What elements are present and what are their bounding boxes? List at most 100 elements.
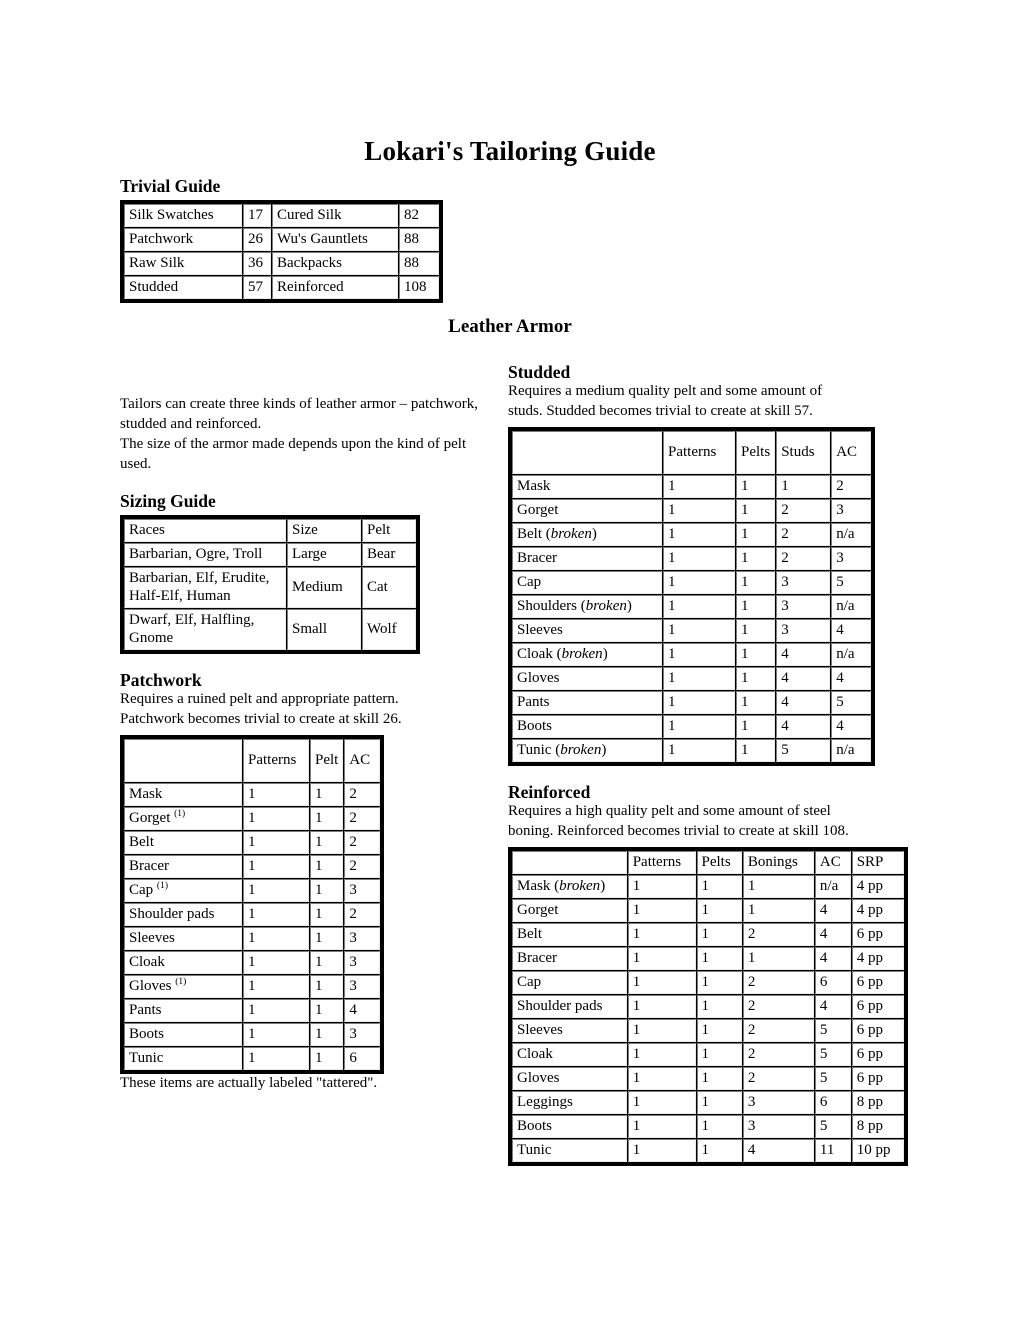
trivial-skill-left: 26 <box>243 228 271 252</box>
sizing-guide-heading: Sizing Guide <box>120 490 216 511</box>
reinforced-bonings: 1 <box>742 947 814 970</box>
studded-studs: 5 <box>776 739 831 762</box>
intro-line-2: The size of the armor made depends upon … <box>120 436 467 472</box>
table-row: Shoulder pads 1 1 2 4 6 pp <box>512 995 904 1018</box>
studded-patterns: 1 <box>663 715 735 738</box>
patchwork-patterns: 1 <box>243 927 309 950</box>
reinforced-bonings: 1 <box>742 875 814 898</box>
table-row: Studded 57 Reinforced 108 <box>124 276 439 300</box>
reinforced-srp: 6 pp <box>851 1067 904 1090</box>
table-row: Boots 1 1 3 <box>124 1023 381 1046</box>
studded-studs: 2 <box>776 523 831 546</box>
table-row: Sleeves 1 1 3 <box>124 927 381 950</box>
patchwork-pelt: 1 <box>310 1047 344 1070</box>
patchwork-patterns: 1 <box>243 999 309 1022</box>
studded-ac: 5 <box>831 691 872 714</box>
patchwork-patterns: 1 <box>243 855 309 878</box>
studded-studs: 3 <box>776 571 831 594</box>
reinforced-item: Cloak <box>512 1043 627 1066</box>
sizing-pelt: Wolf <box>362 609 416 650</box>
reinforced-ac: 5 <box>814 1043 851 1066</box>
trivial-name-left: Patchwork <box>124 228 242 252</box>
studded-ac: 2 <box>831 475 872 498</box>
studded-item: Bracer <box>512 547 662 570</box>
table-row: Sleeves 1 1 3 4 <box>512 619 872 642</box>
patchwork-ac: 3 <box>344 975 381 998</box>
reinforced-patterns: 1 <box>627 995 696 1018</box>
trivial-skill-left: 17 <box>243 204 271 228</box>
reinforced-srp: 6 pp <box>851 1019 904 1042</box>
studded-pelts: 1 <box>736 667 776 690</box>
table-row: Belt 1 1 2 4 6 pp <box>512 923 904 946</box>
reinforced-pelts: 1 <box>696 899 742 922</box>
sizing-races: Barbarian, Elf, Erudite, Half-Elf, Human <box>124 567 286 608</box>
studded-studs: 3 <box>776 595 831 618</box>
studded-ac: 4 <box>831 715 872 738</box>
patchwork-pelt: 1 <box>310 927 344 950</box>
trivial-guide-heading: Trivial Guide <box>120 176 221 196</box>
reinforced-patterns: 1 <box>627 971 696 994</box>
studded-pelts: 1 <box>736 499 776 522</box>
sizing-guide-body: Races Size Pelt Barbarian, Ogre, Troll Large… <box>124 519 416 650</box>
reinforced-srp: 6 pp <box>851 1043 904 1066</box>
patchwork-heading: Patchwork <box>120 670 202 690</box>
left-column: Trivial Guide Silk Swatches 17 Cured Silk 8… <box>120 176 490 1094</box>
table-row: Mask 1 1 2 <box>124 783 381 806</box>
reinforced-srp: 6 pp <box>851 971 904 994</box>
studded-studs: 3 <box>776 619 831 642</box>
reinforced-ac: 4 <box>814 995 851 1018</box>
patchwork-ac: 3 <box>344 879 381 902</box>
patchwork-item: Cloak <box>124 951 242 974</box>
reinforced-ac: 6 <box>814 971 851 994</box>
table-row: Barbarian, Elf, Erudite, Half-Elf, Human… <box>124 567 416 608</box>
reinforced-description-1: Requires a high quality pelt and some am… <box>508 803 831 820</box>
patchwork-patterns: 1 <box>243 1023 309 1046</box>
studded-ac: n/a <box>831 595 872 618</box>
table-row: Cloak (broken) 1 1 4 n/a <box>512 643 872 666</box>
patchwork-patterns: 1 <box>243 1047 309 1070</box>
reinforced-ac: 5 <box>814 1067 851 1090</box>
reinforced-bonings: 2 <box>742 1067 814 1090</box>
patchwork-item: Tunic <box>124 1047 242 1070</box>
studded-description-2: studs. Studded becomes trivial to create… <box>508 403 813 420</box>
trivial-name-right: Cured Silk <box>272 204 398 228</box>
sizing-guide-table: Races Size Pelt Barbarian, Ogre, Troll Large… <box>120 515 420 654</box>
reinforced-item: Mask (broken) <box>512 875 627 898</box>
reinforced-ac: 11 <box>814 1139 851 1162</box>
table-row: Bracer 1 1 2 3 <box>512 547 872 570</box>
sizing-size: Medium <box>287 567 361 608</box>
table-header-row: Patterns Pelt AC <box>124 739 381 782</box>
patchwork-ac: 3 <box>344 951 381 974</box>
table-row: Bracer 1 1 2 <box>124 855 381 878</box>
reinforced-patterns: 1 <box>627 1067 696 1090</box>
trivial-skill-right: 82 <box>399 204 439 228</box>
studded-item: Belt (broken) <box>512 523 662 546</box>
table-header-row: Patterns Pelts Studs AC <box>512 431 872 474</box>
studded-body: Patterns Pelts Studs AC Mask 1 1 1 2 Gorget 1 1 2 3 Be… <box>512 431 872 762</box>
studded-studs: 4 <box>776 715 831 738</box>
patchwork-ac: 6 <box>344 1047 381 1070</box>
patchwork-body: Patterns Pelt AC Mask 1 1 2 Gorget (1) 1 1 2 Belt 1 1… <box>124 739 381 1070</box>
reinforced-pelts: 1 <box>696 947 742 970</box>
trivial-name-right: Backpacks <box>272 252 398 276</box>
reinforced-item: Tunic <box>512 1139 627 1162</box>
trivial-name-right: Reinforced <box>272 276 398 300</box>
patchwork-pelt: 1 <box>310 807 344 830</box>
studded-studs: 2 <box>776 547 831 570</box>
column-header-patterns: Patterns <box>627 851 696 874</box>
patchwork-patterns: 1 <box>243 951 309 974</box>
table-row: Gloves 1 1 4 4 <box>512 667 872 690</box>
studded-ac: 4 <box>831 619 872 642</box>
table-row: Boots 1 1 4 4 <box>512 715 872 738</box>
studded-patterns: 1 <box>663 619 735 642</box>
column-header-ac: AC <box>344 739 381 782</box>
reinforced-pelts: 1 <box>696 1091 742 1114</box>
reinforced-srp: 8 pp <box>851 1091 904 1114</box>
studded-pelts: 1 <box>736 619 776 642</box>
table-row: Cloak 1 1 2 5 6 pp <box>512 1043 904 1066</box>
sizing-size: Small <box>287 609 361 650</box>
studded-pelts: 1 <box>736 643 776 666</box>
studded-item: Pants <box>512 691 662 714</box>
reinforced-srp: 6 pp <box>851 995 904 1018</box>
table-row: Boots 1 1 3 5 8 pp <box>512 1115 904 1138</box>
